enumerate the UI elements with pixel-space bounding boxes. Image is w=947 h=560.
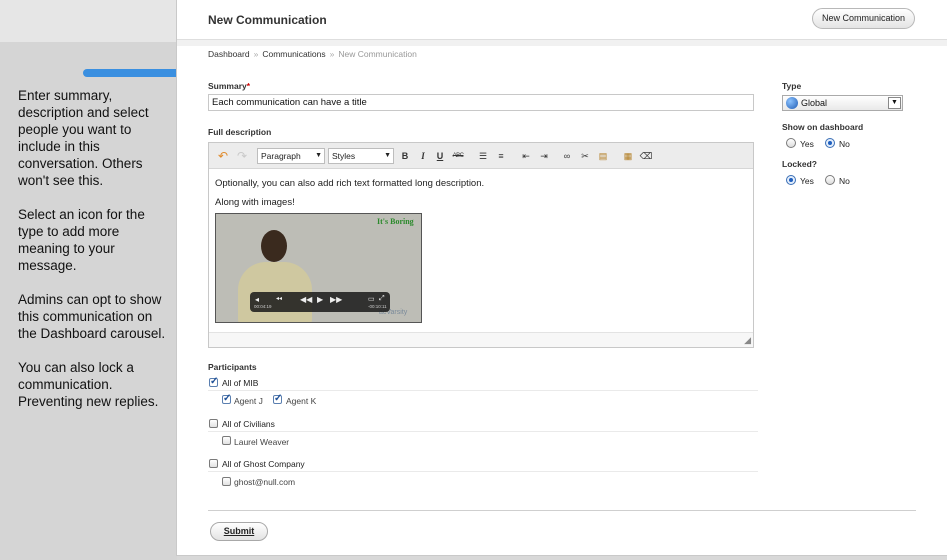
chevron-down-icon[interactable]: ▼: [888, 97, 901, 109]
locked-yes-radio[interactable]: [786, 175, 796, 185]
video-controls[interactable]: ◂ ◂◂ ◀◀ ▶ ▶▶ ▭ ⤢ 00:04:19 -00:10:11: [250, 292, 390, 312]
member-checkbox-agent-j[interactable]: [222, 393, 231, 404]
airplay-icon[interactable]: ▭: [368, 295, 375, 303]
editor-line: Along with images!: [215, 197, 295, 208]
italic-icon[interactable]: I: [416, 149, 430, 163]
type-select-value: Global: [801, 98, 828, 108]
type-label: Type: [782, 81, 802, 91]
group-label-mib: All of MIB: [222, 378, 259, 388]
member-label-laurel-weaver: Laurel Weaver: [234, 437, 290, 447]
group-checkbox-ghost-company[interactable]: [209, 459, 218, 468]
bullet-list-icon[interactable]: ☰: [476, 149, 490, 163]
locked-no-radio[interactable]: [825, 175, 835, 185]
breadcrumb-current: New Communication: [338, 49, 417, 59]
breadcrumb-separator: »: [253, 49, 259, 59]
volume-icon[interactable]: ◂: [255, 295, 259, 304]
video-elapsed-time: 00:04:19: [254, 304, 272, 309]
sidebar-top-strip: [0, 0, 177, 42]
bold-icon[interactable]: B: [398, 149, 412, 163]
annotation-sidebar: Enter summary, description and select pe…: [0, 0, 177, 560]
link-icon[interactable]: ∞: [560, 149, 574, 163]
editor-content[interactable]: Optionally, you can also add rich text f…: [209, 170, 753, 332]
breadcrumb-communications[interactable]: Communications: [262, 49, 325, 59]
numbered-list-icon[interactable]: ≡: [494, 149, 508, 163]
submit-button[interactable]: Submit: [210, 522, 268, 541]
play-icon[interactable]: ▶: [317, 295, 323, 304]
video-remaining-time: -00:10:11: [368, 304, 387, 309]
page-title: New Communication: [208, 13, 327, 27]
required-mark: *: [246, 81, 251, 91]
undo-icon[interactable]: ↶: [216, 149, 230, 163]
unlink-icon[interactable]: ✂: [578, 149, 592, 163]
annotation-summary-note: Enter summary, description and select pe…: [18, 88, 149, 188]
eraser-icon[interactable]: ⌫: [639, 149, 653, 163]
video-person-head: [261, 230, 287, 262]
show-on-dashboard-label: Show on dashboard: [782, 122, 864, 132]
redo-icon[interactable]: ↷: [235, 149, 249, 163]
member-checkbox-laurel-weaver[interactable]: [222, 436, 231, 445]
rewind-icon[interactable]: ◀◀: [300, 295, 312, 304]
outdent-icon[interactable]: ⇤: [519, 149, 533, 163]
dashboard-yes-label: Yes: [800, 139, 814, 149]
dashboard-yes-radio[interactable]: [786, 138, 796, 148]
dashboard-no-label: No: [839, 139, 850, 149]
styles-select[interactable]: Styles ▼: [328, 148, 394, 164]
chevron-down-icon: ▼: [315, 152, 322, 159]
strikethrough-icon[interactable]: ABC: [451, 149, 465, 163]
annotation-lock-note: You can also lock a communication. Preve…: [18, 360, 159, 409]
dashboard-no-radio[interactable]: [825, 138, 835, 148]
participant-divider: [208, 431, 758, 432]
group-checkbox-civilians[interactable]: [209, 419, 218, 428]
member-checkbox-agent-k[interactable]: [273, 393, 282, 404]
image-icon[interactable]: ▤: [596, 149, 610, 163]
summary-input[interactable]: [208, 94, 754, 111]
annotation-type-note: Select an icon for the type to add more …: [18, 207, 145, 273]
paste-icon[interactable]: ▦: [621, 149, 635, 163]
participant-divider: [208, 390, 758, 391]
new-communication-button[interactable]: New Communication: [812, 8, 915, 29]
page-header: New Communication New Communication: [177, 0, 947, 40]
group-label-ghost-company: All of Ghost Company: [222, 459, 305, 469]
breadcrumb: Dashboard» Communications» New Communicati…: [208, 49, 417, 59]
format-select[interactable]: Paragraph ▼: [257, 148, 325, 164]
participant-divider: [208, 471, 758, 472]
chevron-down-icon: ▼: [384, 152, 391, 159]
video-tag-text: It's Boring: [377, 217, 414, 226]
participants-label: Participants: [208, 362, 257, 372]
type-select[interactable]: Global ▼: [782, 95, 903, 111]
captions-icon[interactable]: ◂◂: [276, 295, 282, 302]
embedded-video[interactable]: It's Boring acVarsity ◂ ◂◂ ◀◀ ▶ ▶▶ ▭ ⤢ 0…: [215, 213, 422, 323]
group-label-civilians: All of Civilians: [222, 419, 275, 429]
locked-no-label: No: [839, 176, 850, 186]
form-footer-divider: [208, 510, 916, 511]
locked-label: Locked?: [782, 159, 817, 169]
fullscreen-icon[interactable]: ⤢: [379, 295, 385, 303]
description-label: Full description: [208, 127, 272, 137]
globe-icon: [786, 97, 798, 109]
underline-icon[interactable]: U: [433, 149, 447, 163]
member-label-ghost: ghost@null.com: [234, 477, 296, 487]
rich-text-editor: ↶ ↷ Paragraph ▼ Styles ▼ B I U ABC ☰ ≡ ⇤ ⇥…: [208, 142, 754, 348]
annotation-dashboard-note: Admins can opt to show this communicatio…: [18, 292, 166, 341]
summary-label: Summary*: [208, 81, 251, 91]
header-divider: [177, 40, 947, 46]
member-label-agent-k: Agent K: [286, 396, 317, 406]
editor-toolbar: ↶ ↷ Paragraph ▼ Styles ▼ B I U ABC ☰ ≡ ⇤ ⇥…: [209, 143, 753, 169]
locked-yes-label: Yes: [800, 176, 814, 186]
editor-status-bar: ◢: [209, 332, 753, 347]
breadcrumb-separator: »: [329, 49, 335, 59]
fast-forward-icon[interactable]: ▶▶: [330, 295, 342, 304]
main-panel: New Communication New Communication Dash…: [176, 0, 947, 556]
indent-icon[interactable]: ⇥: [537, 149, 551, 163]
breadcrumb-dashboard[interactable]: Dashboard: [208, 49, 250, 59]
group-checkbox-mib[interactable]: [209, 376, 218, 387]
editor-line: Optionally, you can also add rich text f…: [215, 178, 485, 189]
member-label-agent-j: Agent J: [234, 396, 263, 406]
member-checkbox-ghost[interactable]: [222, 477, 231, 486]
resize-handle-icon[interactable]: ◢: [744, 335, 751, 346]
